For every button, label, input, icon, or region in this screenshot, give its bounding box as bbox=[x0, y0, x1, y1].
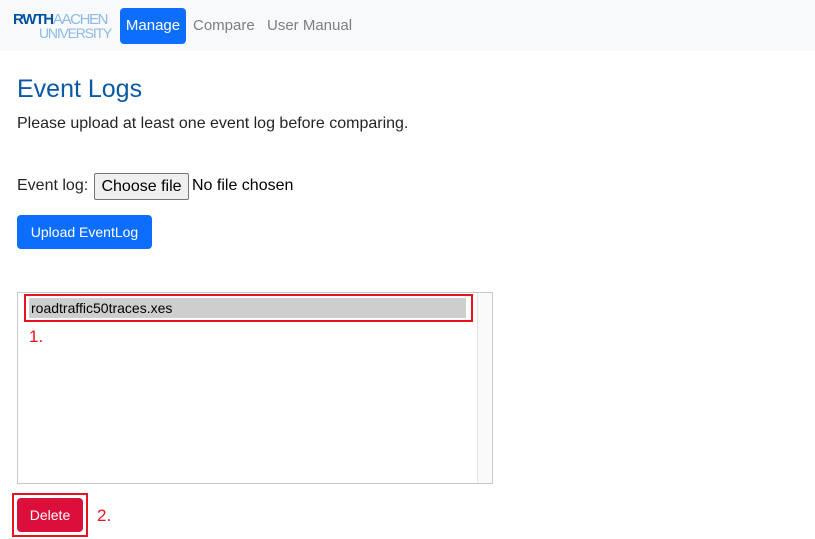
listbox-scrollbar[interactable] bbox=[477, 293, 492, 483]
annotation-step-1: 1. bbox=[29, 327, 44, 346]
file-status-text: No file chosen bbox=[192, 177, 294, 194]
nav-user-manual[interactable]: User Manual bbox=[267, 8, 352, 44]
navbar: RWTHAACHEN UNIVERSITY Manage Compare Use… bbox=[0, 0, 815, 51]
event-log-label: Event log: bbox=[17, 177, 89, 194]
upload-eventlog-button[interactable]: Upload EventLog bbox=[17, 215, 152, 249]
intro-text: Please upload at least one event log bef… bbox=[17, 115, 409, 132]
page-title: Event Logs bbox=[17, 75, 143, 103]
nav-compare[interactable]: Compare bbox=[193, 8, 255, 44]
choose-file-button[interactable]: Choose file bbox=[94, 173, 189, 200]
nav-manage[interactable]: Manage bbox=[120, 8, 186, 44]
annotation-highlight-box-2 bbox=[12, 493, 88, 537]
annotation-highlight-box-1 bbox=[24, 294, 473, 322]
annotation-step-2: 2. bbox=[97, 506, 112, 525]
logo-university-text: UNIVERSITY bbox=[39, 25, 112, 41]
rwth-logo[interactable]: RWTHAACHEN UNIVERSITY bbox=[13, 12, 112, 42]
